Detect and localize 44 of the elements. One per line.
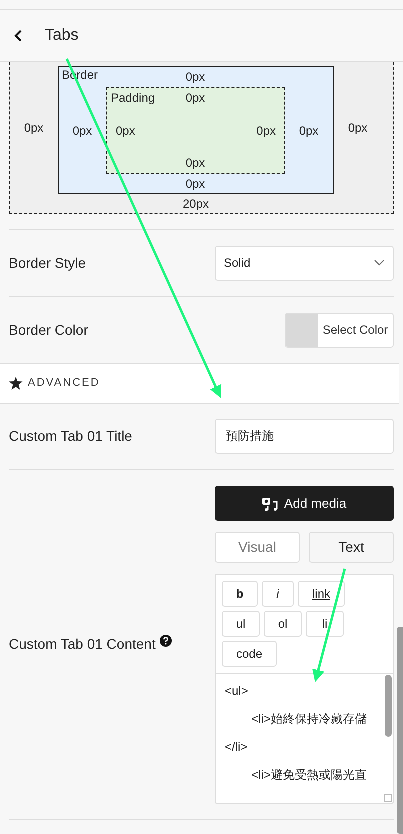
color-swatch[interactable] — [286, 314, 318, 346]
padding-value: 0px — [115, 122, 136, 140]
title-input[interactable]: 預防措施 — [215, 419, 394, 454]
help-icon[interactable] — [160, 634, 172, 646]
padding-label: Padding — [110, 90, 156, 107]
padding-value: 0px — [186, 90, 206, 107]
field-label: Border Color — [9, 320, 88, 340]
format-button[interactable]: li — [306, 611, 344, 637]
code-line: <li>始終保持冷藏存儲 — [250, 712, 368, 727]
editor-tab[interactable]: Visual — [215, 532, 300, 563]
scrollbar-thumb[interactable] — [385, 675, 392, 737]
media-icon — [262, 496, 278, 512]
border-style-select[interactable]: Solid — [215, 246, 394, 280]
format-button[interactable]: b — [222, 581, 258, 607]
format-button[interactable]: i — [262, 581, 294, 607]
code-line: <ul> — [225, 684, 248, 699]
field-label: Custom Tab 01 Title — [9, 427, 132, 446]
select-value: Solid — [224, 255, 251, 272]
field-label: Border Style — [9, 254, 86, 273]
back-icon[interactable] — [14, 30, 23, 42]
margin-value: 0px — [24, 120, 44, 137]
padding-value: 0px — [256, 122, 277, 140]
page-title: Tabs — [45, 26, 79, 46]
border-value: 0px — [186, 69, 206, 86]
border-value: 0px — [299, 122, 319, 140]
border-value: 0px — [186, 176, 206, 192]
margin-value: 20px — [182, 196, 210, 212]
format-button[interactable]: link — [298, 581, 345, 607]
field-label: Custom Tab 01 Content — [9, 635, 156, 654]
editor-tab[interactable]: Text — [309, 532, 394, 563]
code-line: <li>避免受熱或陽光直 — [250, 768, 368, 783]
code-line: </li> — [225, 740, 248, 755]
add-media-button[interactable]: Add media — [215, 486, 394, 521]
border-value: 0px — [72, 122, 92, 140]
format-button[interactable]: ol — [264, 611, 302, 637]
margin-value: 0px — [348, 120, 368, 137]
padding-value: 0px — [186, 155, 206, 172]
star-icon — [9, 377, 23, 390]
format-button[interactable]: ul — [222, 611, 260, 637]
section-title: ADVANCED — [28, 376, 100, 392]
page-scrollbar[interactable] — [397, 627, 403, 834]
format-button[interactable]: code — [222, 641, 277, 667]
resize-handle-icon[interactable] — [384, 794, 392, 802]
chevron-down-icon — [374, 260, 385, 266]
